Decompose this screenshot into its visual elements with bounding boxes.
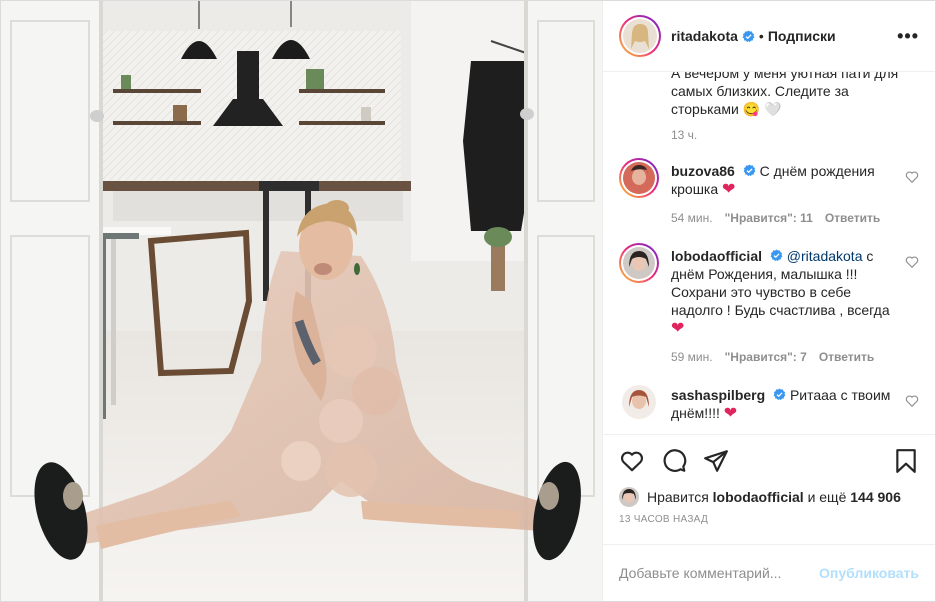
author-avatar xyxy=(623,19,657,53)
likes-summary: Нравится lobodaofficial и ещё 144 906 xyxy=(603,486,935,508)
comment-item: sashaspilberg Ритааа с твоим днём!!!! ❤ xyxy=(619,382,919,423)
post-timestamp[interactable]: 13 ЧАСОВ НАЗАД xyxy=(603,508,935,544)
comment-like-icon[interactable] xyxy=(905,255,919,269)
caption-text: А вечером у меня уютная пати для самых б… xyxy=(671,72,899,117)
post-actions xyxy=(603,434,935,486)
post-caption: А вечером у меня уютная пати для самых б… xyxy=(619,72,919,142)
header-separator: • xyxy=(758,28,764,44)
verified-badge-icon xyxy=(773,388,786,401)
comment-username[interactable]: lobodaofficial xyxy=(671,248,762,264)
likes-count[interactable]: 144 906 xyxy=(850,489,901,505)
comment-bubble-icon[interactable] xyxy=(661,448,687,474)
comment-likes[interactable]: "Нравится": 11 xyxy=(725,209,813,227)
verified-badge-icon xyxy=(743,164,756,177)
photo-illustration xyxy=(1,1,602,601)
reply-button[interactable]: Ответить xyxy=(825,209,880,227)
post-side-panel: ritadakota • Подписки ••• А вечером у ме… xyxy=(602,1,935,601)
comment-body: lobodaofficial @ritadakota с днём Рожден… xyxy=(671,243,893,366)
comment-username[interactable]: buzova86 xyxy=(671,163,735,179)
comment-time[interactable]: 54 мин. xyxy=(671,209,713,227)
comment-username[interactable]: sashaspilberg xyxy=(671,387,765,403)
post-header: ritadakota • Подписки ••• xyxy=(603,1,935,72)
comments-list[interactable]: А вечером у меня уютная пати для самых б… xyxy=(603,72,935,434)
comment-avatar-ring[interactable] xyxy=(619,158,659,198)
comment-avatar-ring[interactable] xyxy=(619,243,659,283)
comment-like-icon[interactable] xyxy=(905,170,919,184)
red-heart-emoji: ❤ xyxy=(671,320,685,337)
comment-time[interactable]: 59 мин. xyxy=(671,348,713,366)
comment-likes[interactable]: "Нравится": 7 xyxy=(725,348,807,366)
liker-avatar xyxy=(619,487,639,507)
more-dots-icon[interactable]: ••• xyxy=(897,26,919,47)
verified-badge-icon xyxy=(770,249,783,262)
instagram-post: ritadakota • Подписки ••• А вечером у ме… xyxy=(0,0,936,602)
caption-time: 13 ч. xyxy=(671,128,698,142)
liker-username[interactable]: lobodaofficial xyxy=(713,489,804,505)
heart-outline-icon[interactable] xyxy=(619,448,645,474)
bookmark-icon[interactable] xyxy=(893,448,919,474)
author-avatar-ring[interactable] xyxy=(619,15,661,57)
red-heart-emoji: ❤ xyxy=(723,405,738,422)
mention-link[interactable]: @ritadakota xyxy=(787,248,863,264)
comment-body: buzova86 С днём рождения крошка ❤ 54 мин… xyxy=(671,158,893,227)
comment-item: lobodaofficial @ritadakota с днём Рожден… xyxy=(619,243,919,366)
comment-body: sashaspilberg Ритааа с твоим днём!!!! ❤ xyxy=(671,382,893,423)
publish-button[interactable]: Опубликовать xyxy=(819,565,919,581)
comment-input[interactable] xyxy=(619,565,820,581)
add-comment-bar: Опубликовать xyxy=(603,544,935,601)
likes-prefix: Нравится xyxy=(647,489,709,505)
likes-joiner: и ещё xyxy=(807,489,847,505)
commenter-avatar xyxy=(623,162,655,194)
reply-button[interactable]: Ответить xyxy=(819,348,874,366)
comment-item: buzova86 С днём рождения крошка ❤ 54 мин… xyxy=(619,158,919,227)
comment-meta: 59 мин. "Нравится": 7 Ответить xyxy=(671,348,893,366)
red-heart-emoji: ❤ xyxy=(722,181,736,198)
comment-avatar[interactable] xyxy=(619,382,659,422)
commenter-avatar xyxy=(622,385,656,419)
paper-plane-icon[interactable] xyxy=(703,448,729,474)
comment-meta: 54 мин. "Нравится": 11 Ответить xyxy=(671,209,893,227)
comment-like-icon[interactable] xyxy=(905,394,919,408)
author-username[interactable]: ritadakota xyxy=(671,28,738,44)
post-photo[interactable] xyxy=(1,1,602,601)
commenter-avatar xyxy=(623,247,655,279)
verified-badge-icon xyxy=(742,29,755,42)
caption-emoji: 🤍 xyxy=(764,101,782,117)
follow-status-button[interactable]: Подписки xyxy=(768,28,836,44)
